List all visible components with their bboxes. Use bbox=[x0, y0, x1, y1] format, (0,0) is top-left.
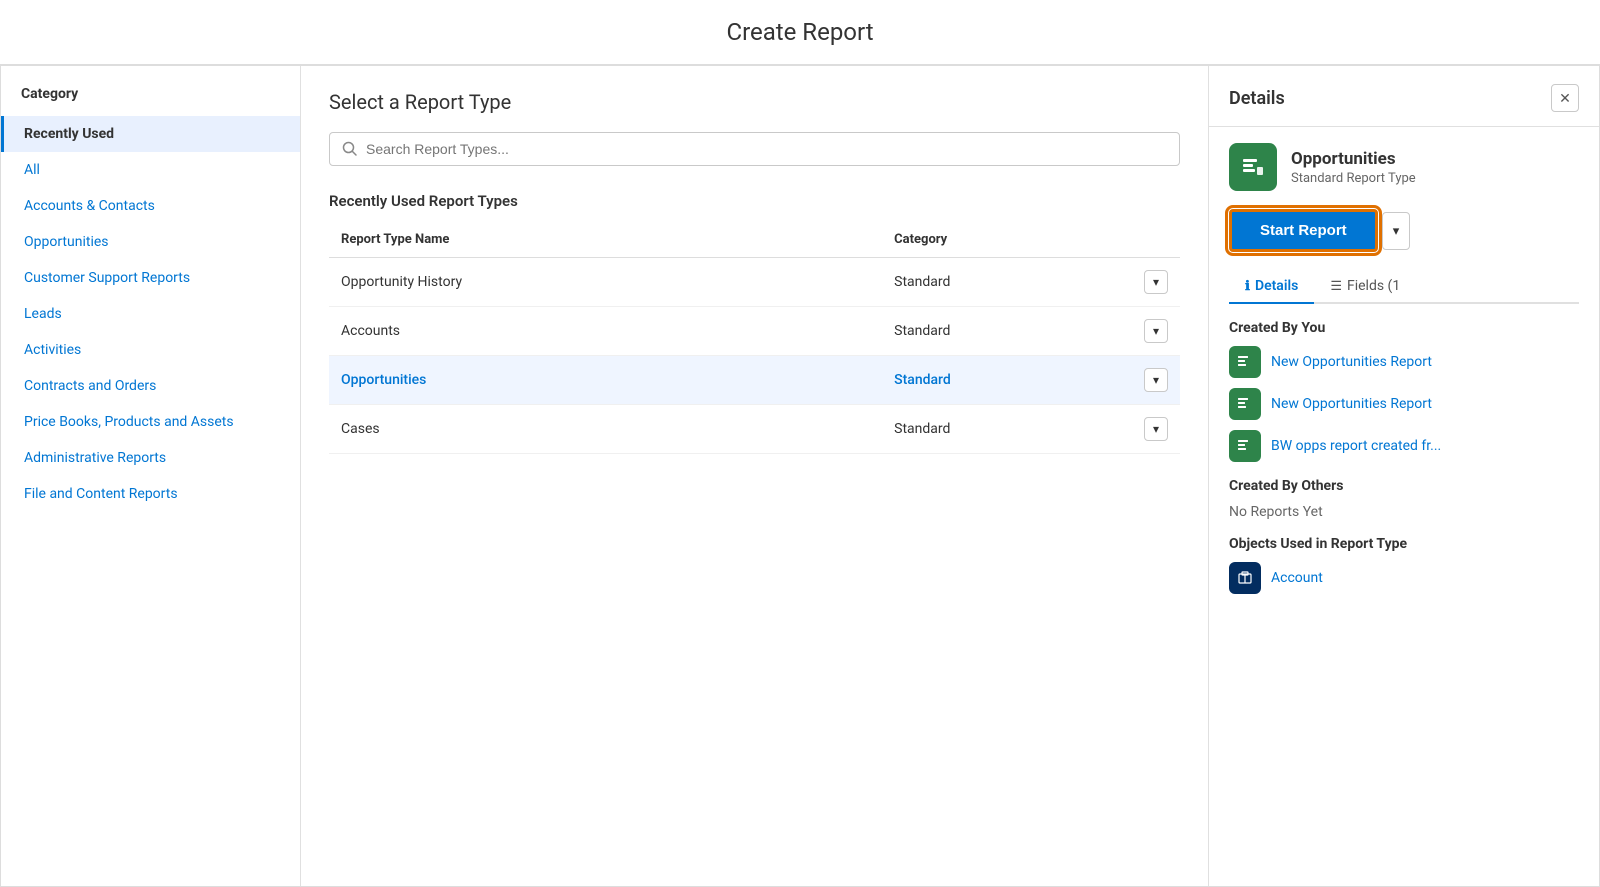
sidebar-item-activities[interactable]: Activities bbox=[1, 332, 300, 368]
created-by-you-heading: Created By You bbox=[1229, 320, 1579, 336]
report-type-header: Opportunities Standard Report Type bbox=[1229, 143, 1579, 191]
created-by-you-item-0[interactable]: New Opportunities Report bbox=[1229, 346, 1579, 378]
tab-details[interactable]: ℹ Details bbox=[1229, 270, 1314, 304]
sidebar-item-contracts-orders[interactable]: Contracts and Orders bbox=[1, 368, 300, 404]
created-by-you-item-2[interactable]: BW opps report created fr... bbox=[1229, 430, 1579, 462]
section-heading: Recently Used Report Types bbox=[329, 192, 1180, 210]
report-table: Report Type Name Category Opportunity Hi… bbox=[329, 222, 1180, 454]
sidebar-item-accounts-contacts[interactable]: Accounts & Contacts bbox=[1, 188, 300, 224]
report-type-icon-box bbox=[1229, 143, 1277, 191]
report-row-dropdown-btn[interactable]: ▾ bbox=[1144, 417, 1168, 441]
report-type-name-cell: Opportunity History bbox=[329, 258, 882, 307]
search-icon bbox=[342, 141, 358, 157]
details-header: Details ✕ bbox=[1209, 66, 1599, 127]
table-row[interactable]: Opportunity HistoryStandard ▾ bbox=[329, 258, 1180, 307]
sidebar-item-customer-support[interactable]: Customer Support Reports bbox=[1, 260, 300, 296]
report-type-name: Opportunities bbox=[1291, 149, 1416, 169]
table-row[interactable]: OpportunitiesStandard ▾ bbox=[329, 356, 1180, 405]
sidebar: Category Recently Used All Accounts & Co… bbox=[1, 66, 301, 886]
link-icon-0 bbox=[1229, 346, 1261, 378]
sidebar-item-file-content[interactable]: File and Content Reports bbox=[1, 476, 300, 512]
report-row-dropdown-cell: ▾ bbox=[1095, 258, 1180, 307]
objects-icon-0 bbox=[1229, 562, 1261, 594]
table-row[interactable]: CasesStandard ▾ bbox=[329, 405, 1180, 454]
link-report-icon-2 bbox=[1236, 437, 1254, 455]
fields-tab-icon: ☰ bbox=[1330, 279, 1342, 294]
created-by-you-item-1[interactable]: New Opportunities Report bbox=[1229, 388, 1579, 420]
details-panel: Details ✕ Opportunities Standard Report … bbox=[1209, 66, 1599, 886]
start-report-button[interactable]: Start Report bbox=[1229, 209, 1378, 252]
report-row-dropdown-cell: ▾ bbox=[1095, 405, 1180, 454]
details-title: Details bbox=[1229, 88, 1285, 109]
sidebar-item-price-books[interactable]: Price Books, Products and Assets bbox=[1, 404, 300, 440]
search-input[interactable] bbox=[366, 141, 1167, 157]
no-reports-text: No Reports Yet bbox=[1229, 504, 1579, 520]
sidebar-item-admin-reports[interactable]: Administrative Reports bbox=[1, 440, 300, 476]
details-tab-icon: ℹ bbox=[1245, 279, 1250, 294]
start-report-dropdown[interactable]: ▾ bbox=[1382, 212, 1411, 250]
objects-item-0[interactable]: Account bbox=[1229, 562, 1579, 594]
close-button[interactable]: ✕ bbox=[1551, 84, 1579, 112]
report-type-icon bbox=[1239, 153, 1267, 181]
link-report-icon-1 bbox=[1236, 395, 1254, 413]
center-panel: Select a Report Type Recently Used Repor… bbox=[301, 66, 1209, 886]
link-report-icon-0 bbox=[1236, 353, 1254, 371]
details-scroll-container: Opportunities Standard Report Type Start… bbox=[1209, 127, 1599, 886]
report-row-dropdown-btn[interactable]: ▾ bbox=[1144, 319, 1168, 343]
created-by-you-label-2: BW opps report created fr... bbox=[1271, 438, 1441, 454]
report-type-name-cell: Cases bbox=[329, 405, 882, 454]
report-category-cell: Standard bbox=[882, 405, 1095, 454]
sidebar-item-opportunities[interactable]: Opportunities bbox=[1, 224, 300, 260]
center-heading: Select a Report Type bbox=[329, 90, 1180, 114]
report-row-dropdown-cell: ▾ bbox=[1095, 307, 1180, 356]
report-type-sub: Standard Report Type bbox=[1291, 171, 1416, 186]
objects-heading: Objects Used in Report Type bbox=[1229, 536, 1579, 552]
report-category-cell: Standard bbox=[882, 307, 1095, 356]
report-row-dropdown-cell: ▾ bbox=[1095, 356, 1180, 405]
report-type-name-cell: Opportunities bbox=[329, 356, 882, 405]
col-category: Category bbox=[882, 222, 1095, 258]
report-type-info: Opportunities Standard Report Type bbox=[1291, 149, 1416, 186]
created-by-you-label-0: New Opportunities Report bbox=[1271, 354, 1432, 370]
start-report-row: Start Report ▾ bbox=[1229, 209, 1579, 252]
account-icon bbox=[1236, 569, 1254, 587]
report-category-cell: Standard bbox=[882, 258, 1095, 307]
sidebar-item-leads[interactable]: Leads bbox=[1, 296, 300, 332]
sidebar-item-recently-used[interactable]: Recently Used bbox=[1, 116, 300, 152]
sidebar-heading: Category bbox=[1, 86, 300, 116]
details-tabs: ℹ Details ☰ Fields (1 bbox=[1229, 270, 1579, 304]
report-type-name-cell: Accounts bbox=[329, 307, 882, 356]
main-layout: Category Recently Used All Accounts & Co… bbox=[0, 65, 1600, 887]
search-bar[interactable] bbox=[329, 132, 1180, 166]
report-row-dropdown-btn[interactable]: ▾ bbox=[1144, 368, 1168, 392]
created-by-you-label-1: New Opportunities Report bbox=[1271, 396, 1432, 412]
link-icon-1 bbox=[1229, 388, 1261, 420]
report-row-dropdown-btn[interactable]: ▾ bbox=[1144, 270, 1168, 294]
page-title: Create Report bbox=[0, 18, 1600, 46]
link-icon-2 bbox=[1229, 430, 1261, 462]
created-by-others-heading: Created By Others bbox=[1229, 478, 1579, 494]
report-category-cell: Standard bbox=[882, 356, 1095, 405]
page-title-bar: Create Report bbox=[0, 0, 1600, 65]
table-row[interactable]: AccountsStandard ▾ bbox=[329, 307, 1180, 356]
sidebar-item-all[interactable]: All bbox=[1, 152, 300, 188]
tab-fields[interactable]: ☰ Fields (1 bbox=[1314, 270, 1416, 304]
col-report-type-name: Report Type Name bbox=[329, 222, 882, 258]
objects-label-0: Account bbox=[1271, 570, 1323, 586]
